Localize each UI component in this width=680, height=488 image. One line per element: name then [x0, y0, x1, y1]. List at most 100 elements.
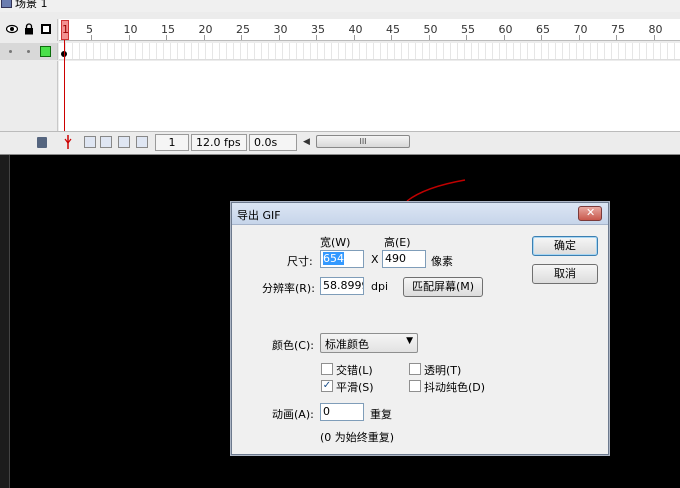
match-screen-button[interactable]: 匹配屏幕(M)	[403, 277, 483, 297]
lock-icon[interactable]	[24, 23, 34, 35]
edit-multiple-frames-button[interactable]	[136, 136, 148, 148]
ruler-tick-label: 10	[123, 23, 138, 36]
ruler-tick-label: 60	[498, 23, 513, 36]
scene-label[interactable]: 场景 1	[15, 0, 48, 11]
playhead[interactable]: 1	[61, 20, 69, 40]
lock-dot[interactable]	[27, 50, 30, 53]
scroll-left-icon[interactable]: ◀	[303, 137, 310, 147]
scene-bar: 场景 1	[0, 0, 680, 12]
drawn-stroke[interactable]	[395, 177, 470, 203]
frame-ruler[interactable]: 5 10 15 20 25 30 35 40 45 50 55 60 65 70 75 80	[59, 19, 680, 41]
ruler-tick	[503, 35, 505, 40]
ruler-tick	[316, 35, 317, 40]
repeat-label: 重复	[370, 408, 392, 421]
trash-icon[interactable]	[37, 137, 47, 148]
height-label: 高(E)	[384, 236, 411, 249]
scene-icon	[1, 0, 12, 8]
height-field[interactable]: 490	[382, 250, 426, 268]
size-label: 尺寸:	[287, 255, 313, 268]
transparent-checkbox[interactable]	[409, 363, 421, 375]
onion-skin-button[interactable]	[100, 136, 112, 148]
smooth-label: 平滑(S)	[336, 381, 374, 394]
transparent-label: 透明(T)	[424, 364, 462, 377]
resolution-field[interactable]: 58.8999	[320, 277, 364, 295]
dither-checkbox[interactable]	[409, 380, 421, 392]
timeline-status-bar: 1 12.0 fps 0.0s ◀ III	[0, 131, 680, 153]
onion-outline-button[interactable]	[118, 136, 130, 148]
close-icon: ✕	[586, 206, 596, 219]
ruler-tick-label: 15	[161, 23, 175, 36]
ruler-tick	[166, 35, 167, 40]
ruler-tick	[653, 35, 655, 40]
color-label: 颜色(C):	[272, 339, 314, 352]
ruler-tick-label: 20	[198, 23, 213, 36]
center-frame-button[interactable]	[84, 136, 96, 148]
ruler-tick	[91, 35, 92, 40]
timeline-panel: 场景 1 5 10 15 20 25 30 35 40 45 50 55 60 65 70 75 80 1	[0, 0, 680, 155]
layer-header	[0, 19, 58, 41]
visibility-dot[interactable]	[9, 50, 12, 53]
ruler-tick-label: 40	[348, 23, 363, 36]
width-field[interactable]: 654	[320, 250, 364, 268]
ruler-tick	[391, 35, 392, 40]
ruler-tick-label: 65	[536, 23, 550, 36]
ruler-tick-label: 75	[611, 23, 625, 36]
ruler-tick	[466, 35, 467, 40]
ruler-tick	[128, 35, 130, 40]
dialog-title: 导出 GIF	[237, 209, 281, 222]
color-select[interactable]: 标准颜色 ▼	[320, 333, 418, 353]
resolution-label: 分辨率(R):	[262, 282, 315, 295]
chevron-down-icon: ▼	[406, 336, 413, 346]
layer-color-square[interactable]	[40, 46, 51, 57]
smooth-checkbox[interactable]: ✓	[321, 380, 333, 392]
dpi-label: dpi	[371, 280, 389, 293]
ok-button[interactable]: 确定	[532, 236, 598, 256]
outline-icon[interactable]	[41, 24, 51, 34]
playhead-frame: 1	[62, 23, 69, 36]
interlace-checkbox[interactable]	[321, 363, 333, 375]
ruler-tick	[578, 35, 580, 40]
frames-row[interactable]	[59, 43, 680, 60]
ruler-tick-label: 70	[573, 23, 588, 36]
width-value: 654	[323, 252, 344, 265]
current-frame: 1	[155, 134, 189, 151]
cancel-button[interactable]: 取消	[532, 264, 598, 284]
x-label: X	[371, 253, 379, 266]
interlace-label: 交错(L)	[336, 364, 373, 377]
flash-app: 场景 1 5 10 15 20 25 30 35 40 45 50 55 60 65 70 75 80 1	[0, 0, 680, 488]
ruler-tick	[278, 35, 280, 40]
close-button[interactable]: ✕	[578, 206, 602, 221]
repeat-note: (0 为始终重复)	[320, 431, 395, 444]
pixels-label: 像素	[431, 255, 453, 268]
ruler-tick	[241, 35, 242, 40]
layer-row[interactable]	[0, 43, 58, 60]
ruler-tick	[353, 35, 355, 40]
export-gif-dialog: 导出 GIF ✕ 宽(W) 高(E) 尺寸: 654 X 490 像素 分辨率(…	[231, 202, 609, 455]
ruler-tick-label: 55	[461, 23, 475, 36]
playhead-marker-icon	[64, 135, 72, 149]
animation-field[interactable]: 0	[320, 403, 364, 421]
frames-empty	[59, 61, 680, 131]
stage-left-edge	[0, 155, 10, 488]
frame-rate[interactable]: 12.0 fps	[191, 134, 247, 151]
layer-list-empty	[0, 61, 58, 131]
ruler-tick-label: 50	[423, 23, 438, 36]
timeline-scrollbar-thumb[interactable]: III	[316, 135, 410, 148]
ruler-tick-label: 35	[311, 23, 325, 36]
ruler-tick	[203, 35, 205, 40]
ruler-tick-label: 45	[386, 23, 400, 36]
playhead-line	[64, 40, 65, 132]
animation-label: 动画(A):	[272, 408, 314, 421]
dither-label: 抖动纯色(D)	[424, 381, 486, 394]
ruler-tick	[616, 35, 617, 40]
ruler-tick-label: 25	[236, 23, 250, 36]
elapsed-time: 0.0s	[249, 134, 297, 151]
eye-icon[interactable]	[6, 24, 18, 34]
width-label: 宽(W)	[320, 236, 351, 249]
ruler-tick-label: 80	[648, 23, 663, 36]
ruler-tick-label: 30	[273, 23, 288, 36]
dialog-titlebar[interactable]: 导出 GIF ✕	[232, 203, 608, 225]
ruler-tick	[541, 35, 542, 40]
color-select-value: 标准颜色	[325, 338, 369, 351]
ruler-tick	[428, 35, 430, 40]
